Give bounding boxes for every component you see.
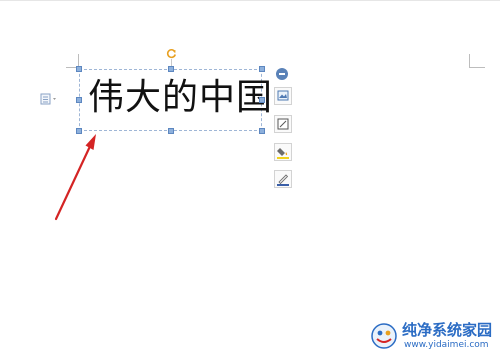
line-color-icon <box>277 174 289 186</box>
text-box-content[interactable]: 伟大的中国 <box>88 75 273 121</box>
line-color-button[interactable] <box>274 170 292 188</box>
paragraph-icon[interactable] <box>40 93 58 105</box>
shape-outline-icon <box>277 118 289 130</box>
resize-handle-top-right[interactable] <box>259 66 265 72</box>
annotation-arrow <box>54 134 96 221</box>
resize-handle-middle-right[interactable] <box>259 97 265 103</box>
resize-handle-bottom-center[interactable] <box>168 128 174 134</box>
shape-outline-button[interactable] <box>274 115 292 133</box>
layout-options-icon <box>277 90 289 101</box>
ruler-line <box>0 0 500 1</box>
resize-handle-top-left[interactable] <box>76 66 82 72</box>
layout-options-button[interactable] <box>274 87 292 105</box>
page-corner-mark-right <box>469 67 485 68</box>
watermark-logo-icon <box>371 323 397 349</box>
collapse-icon[interactable] <box>276 68 288 80</box>
fill-color-icon <box>277 148 289 159</box>
resize-handle-middle-left[interactable] <box>76 97 82 103</box>
page-corner-mark-right-vertical <box>469 54 470 68</box>
resize-handle-top-center[interactable] <box>168 66 174 72</box>
watermark-title: 纯净系统家园 <box>402 321 493 339</box>
resize-handle-bottom-right[interactable] <box>259 128 265 134</box>
watermark: 纯净系统家园 www.yidaimei.com <box>370 318 500 356</box>
document-page: 伟大的中国 纯净系统家园 www.yidaimei.com <box>0 0 500 356</box>
rotate-icon[interactable] <box>166 48 177 59</box>
fill-color-button[interactable] <box>274 143 292 161</box>
watermark-url: www.yidaimei.com <box>404 340 489 350</box>
